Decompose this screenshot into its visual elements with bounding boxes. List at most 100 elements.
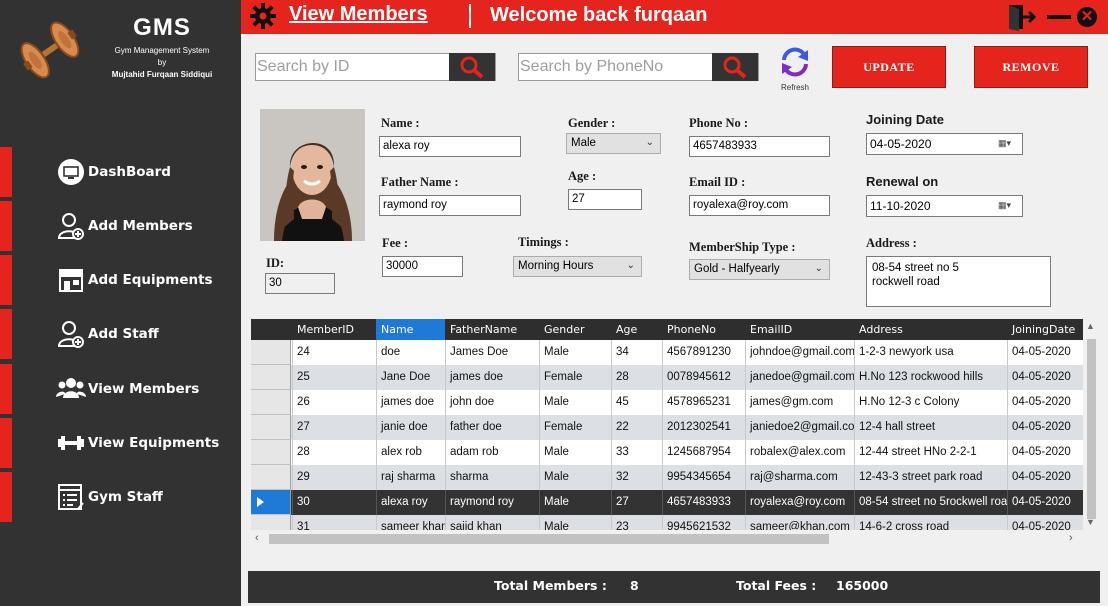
view-members-link[interactable]: View Members — [289, 3, 428, 26]
table-cell[interactable]: adam rob — [445, 440, 539, 465]
name-field[interactable]: alexa roy — [379, 136, 521, 157]
row-header[interactable] — [251, 490, 291, 515]
minimize-button[interactable] — [1047, 15, 1071, 19]
fee-field[interactable]: 30000 — [382, 256, 463, 277]
column-header[interactable]: Gender — [539, 319, 611, 340]
table-cell[interactable]: Female — [539, 415, 611, 440]
table-cell[interactable]: 4578965231 — [662, 390, 745, 415]
table-cell[interactable]: 22 — [611, 415, 662, 440]
table-cell[interactable]: 28 — [611, 365, 662, 390]
table-cell[interactable]: 1-2-3 newyork usa — [854, 340, 1007, 365]
address-field[interactable]: 08-54 street no 5 rockwell road — [866, 256, 1051, 307]
table-cell[interactable]: father doe — [445, 415, 539, 440]
horizontal-scrollbar[interactable]: ‹ › — [251, 530, 1083, 548]
table-cell[interactable]: 04-05-2020 — [1007, 415, 1083, 440]
table-cell[interactable]: 30 — [292, 490, 376, 515]
table-cell[interactable]: 04-05-2020 — [1007, 490, 1083, 515]
table-cell[interactable]: janie doe — [376, 415, 445, 440]
phone-field[interactable]: 4657483933 — [689, 136, 830, 157]
table-cell[interactable]: 34 — [611, 340, 662, 365]
search-phone-input[interactable] — [520, 56, 708, 78]
table-cell[interactable]: 26 — [292, 390, 376, 415]
row-header[interactable] — [251, 390, 291, 415]
search-phone-button[interactable] — [712, 53, 758, 81]
column-header[interactable]: JoiningDate — [1007, 319, 1083, 340]
table-cell[interactable]: 04-05-2020 — [1007, 365, 1083, 390]
remove-button[interactable]: REMOVE — [974, 46, 1088, 88]
age-field[interactable]: 27 — [568, 189, 642, 210]
table-cell[interactable]: james doe — [445, 365, 539, 390]
table-cell[interactable]: 04-05-2020 — [1007, 440, 1083, 465]
refresh-button[interactable]: Refresh — [778, 44, 812, 92]
joining-date-picker[interactable]: 04-05-2020 ▦▾ — [866, 133, 1023, 155]
table-cell[interactable]: 9954345654 — [662, 465, 745, 490]
sidebar-item-add-equipments[interactable]: Add Equipments — [0, 255, 241, 305]
timings-select[interactable]: Morning Hours ⌄ — [513, 256, 642, 277]
logout-icon[interactable] — [1007, 3, 1037, 31]
table-cell[interactable]: 08-54 street no 5rockwell road — [854, 490, 1007, 515]
table-row[interactable]: 30 alexa roy raymond roy Male 27 4657483933 ro… — [251, 490, 1083, 515]
close-button[interactable]: ✕ — [1077, 7, 1097, 27]
scroll-left-icon[interactable]: ‹ — [255, 532, 259, 544]
table-cell[interactable]: james@gm.com — [745, 390, 854, 415]
table-cell[interactable]: Male — [539, 390, 611, 415]
sidebar-item-add-members[interactable]: Add Members — [0, 201, 241, 251]
table-cell[interactable]: 24 — [292, 340, 376, 365]
table-cell[interactable]: doe — [376, 340, 445, 365]
search-id-input[interactable] — [257, 56, 445, 78]
table-cell[interactable]: johndoe@gmail.com — [745, 340, 854, 365]
table-cell[interactable]: 12-43-3 street park road — [854, 465, 1007, 490]
table-row[interactable]: 29 raj sharma sharma Male 32 9954345654 raj@sh… — [251, 465, 1083, 490]
table-cell[interactable]: 2012302541 — [662, 415, 745, 440]
table-cell[interactable]: 25 — [292, 365, 376, 390]
table-cell[interactable]: 12-4 hall street — [854, 415, 1007, 440]
membership-select[interactable]: Gold - Halfyearly ⌄ — [689, 259, 830, 280]
table-cell[interactable]: alex rob — [376, 440, 445, 465]
table-cell[interactable]: H.No 123 rockwood hills — [854, 365, 1007, 390]
table-cell[interactable]: janedoe@gmail.com — [745, 365, 854, 390]
search-id-button[interactable] — [449, 53, 495, 81]
vertical-scrollbar[interactable]: ▲ ▼ — [1083, 319, 1100, 529]
row-header[interactable] — [251, 365, 291, 390]
table-cell[interactable]: Male — [539, 490, 611, 515]
table-row[interactable]: 25 Jane Doe james doe Female 28 0078945612 jan… — [251, 365, 1083, 390]
table-cell[interactable]: raymond roy — [445, 490, 539, 515]
sidebar-item-add-staff[interactable]: Add Staff — [0, 309, 241, 359]
sidebar-item-view-equipments[interactable]: View Equipments — [0, 418, 241, 468]
table-cell[interactable]: john doe — [445, 390, 539, 415]
table-cell[interactable]: Jane Doe — [376, 365, 445, 390]
column-header[interactable]: FatherName — [445, 319, 539, 340]
table-row[interactable]: 27 janie doe father doe Female 22 2012302541 j… — [251, 415, 1083, 440]
scroll-thumb[interactable] — [269, 534, 829, 544]
table-cell[interactable]: robalex@alex.com — [745, 440, 854, 465]
table-cell[interactable]: Male — [539, 465, 611, 490]
table-row[interactable]: 28 alex rob adam rob Male 33 1245687954 robale… — [251, 440, 1083, 465]
table-row[interactable]: 26 james doe john doe Male 45 4578965231 james… — [251, 390, 1083, 415]
table-cell[interactable]: H.No 12-3 c Colony — [854, 390, 1007, 415]
column-header[interactable]: Age — [611, 319, 662, 340]
table-cell[interactable]: 0078945612 — [662, 365, 745, 390]
table-cell[interactable]: 27 — [292, 415, 376, 440]
table-cell[interactable]: 04-05-2020 — [1007, 340, 1083, 365]
table-cell[interactable]: Female — [539, 365, 611, 390]
renewal-date-picker[interactable]: 11-10-2020 ▦▾ — [866, 195, 1023, 217]
sidebar-item-gym-staff[interactable]: Gym Staff — [0, 472, 241, 522]
table-cell[interactable]: 45 — [611, 390, 662, 415]
table-cell[interactable]: Male — [539, 440, 611, 465]
row-header[interactable] — [251, 415, 291, 440]
table-cell[interactable]: royalexa@roy.com — [745, 490, 854, 515]
sidebar-item-dashboard[interactable]: DashBoard — [0, 147, 241, 197]
gear-icon[interactable] — [249, 2, 277, 30]
scroll-right-icon[interactable]: › — [1069, 532, 1073, 544]
sidebar-item-view-members[interactable]: View Members — [0, 364, 241, 414]
row-header[interactable] — [251, 440, 291, 465]
table-cell[interactable]: 29 — [292, 465, 376, 490]
column-header[interactable]: EmailID — [745, 319, 854, 340]
table-cell[interactable]: raj@sharma.com — [745, 465, 854, 490]
table-cell[interactable]: james doe — [376, 390, 445, 415]
table-cell[interactable]: 12-44 street HNo 2-2-1 — [854, 440, 1007, 465]
gender-select[interactable]: Male ⌄ — [566, 133, 661, 154]
column-header[interactable]: Address — [854, 319, 1007, 340]
email-field[interactable]: royalexa@roy.com — [689, 195, 830, 216]
table-cell[interactable]: 32 — [611, 465, 662, 490]
